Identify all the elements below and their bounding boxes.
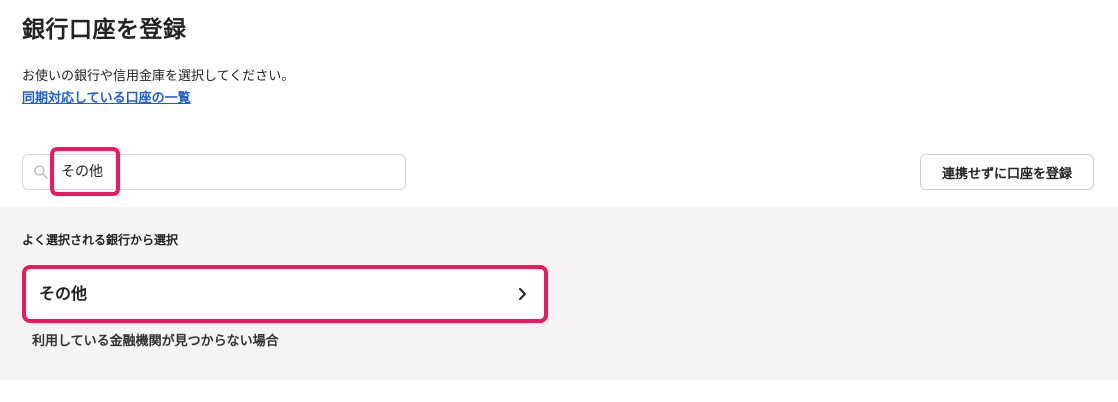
bank-suggestions-panel: よく選択される銀行から選択 その他 利用している金融機関が見つからない場合	[0, 207, 1118, 380]
register-without-sync-button[interactable]: 連携せずに口座を登録	[920, 154, 1094, 190]
search-icon	[34, 165, 48, 179]
search-input-value: その他	[61, 164, 103, 180]
bank-option-note: 利用している金融機関が見つからない場合	[32, 334, 279, 349]
bank-option-label: その他	[39, 284, 88, 303]
chevron-right-icon	[519, 288, 526, 300]
page-title: 銀行口座を登録	[22, 17, 187, 43]
supported-accounts-link[interactable]: 同期対応している口座の一覧	[22, 87, 191, 106]
bank-option-other[interactable]: その他	[22, 265, 548, 323]
search-input[interactable]: その他	[22, 154, 406, 190]
section-label: よく選択される銀行から選択	[22, 233, 179, 247]
page-description: お使いの銀行や信用金庫を選択してください。	[22, 69, 295, 84]
